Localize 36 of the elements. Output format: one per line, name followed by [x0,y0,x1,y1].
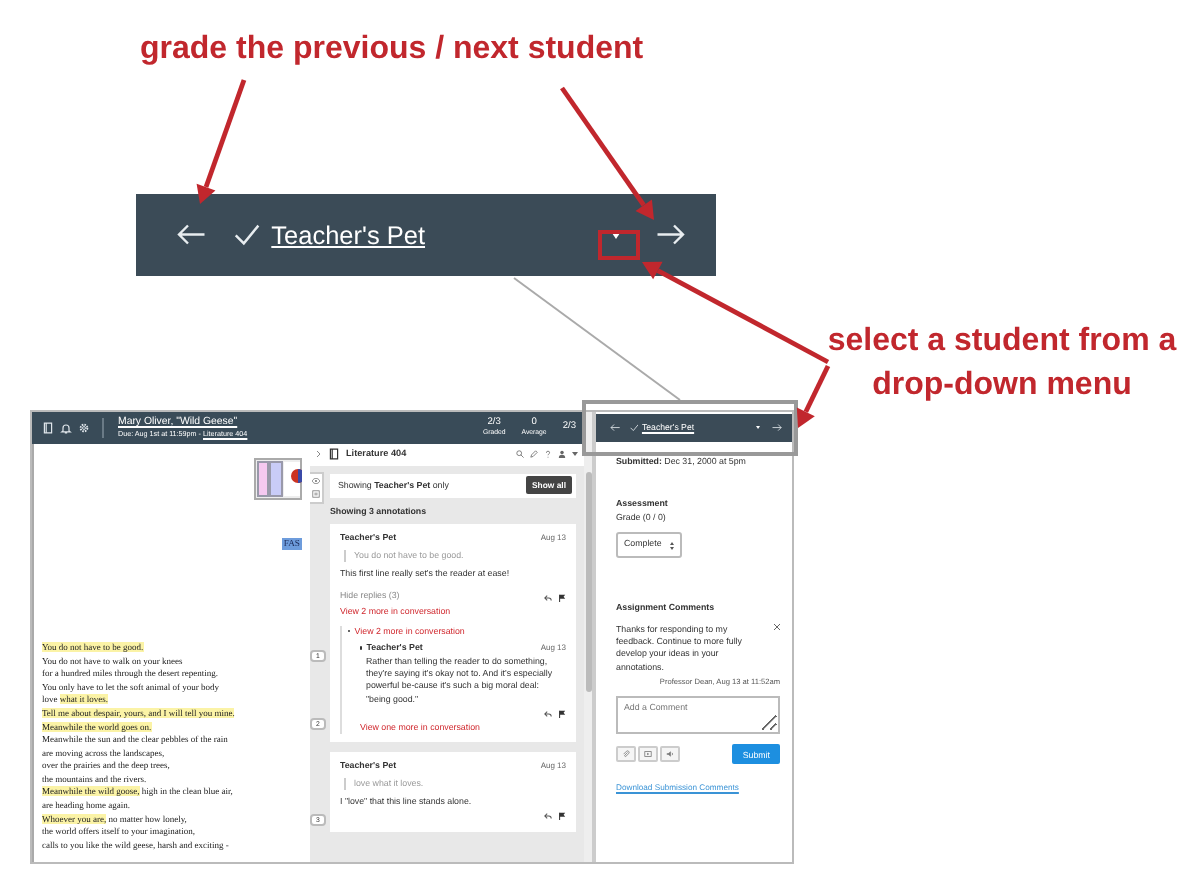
pencil-icon[interactable] [530,450,538,459]
callout-arrow [196,79,247,204]
media-icon [644,750,652,759]
previous-arrow-icon[interactable] [609,424,620,432]
bell-icon[interactable] [60,421,72,434]
settings-icon[interactable] [78,421,90,434]
previous-arrow-icon[interactable] [175,224,206,246]
flag-icon[interactable] [558,812,566,821]
dropdown-caret-icon[interactable] [756,426,761,430]
next-arrow-icon[interactable] [772,424,783,432]
reply-icon[interactable] [544,593,552,602]
updown-caret-icon [669,541,674,550]
close-icon[interactable] [774,623,780,630]
student-name[interactable]: Teacher's Pet [271,219,426,250]
paperclip-button[interactable] [616,746,636,763]
speaker-button[interactable] [660,746,680,763]
highlight-frame [598,230,640,260]
callout-text: grade the previous / next student [140,30,644,70]
book-icon[interactable] [328,448,340,461]
caret-icon[interactable] [572,452,578,457]
media-button[interactable] [638,746,658,763]
next-arrow-icon[interactable] [655,224,685,246]
help-icon[interactable] [544,450,552,459]
callout-arrow [560,86,654,220]
speaker-icon [666,750,674,759]
callout-text: select a student from a drop-down menu [825,322,1179,406]
flag-icon[interactable] [558,709,566,718]
reply-icon[interactable] [544,709,552,718]
flag-icon[interactable] [558,593,566,602]
dropdown-caret-icon[interactable] [609,230,622,240]
search-icon[interactable] [516,450,524,459]
thumbnail-drawing [254,457,302,500]
person-icon[interactable] [558,450,566,459]
paperclip-icon [622,750,630,759]
reply-icon[interactable] [544,812,552,821]
eye-icon[interactable] [312,477,320,484]
